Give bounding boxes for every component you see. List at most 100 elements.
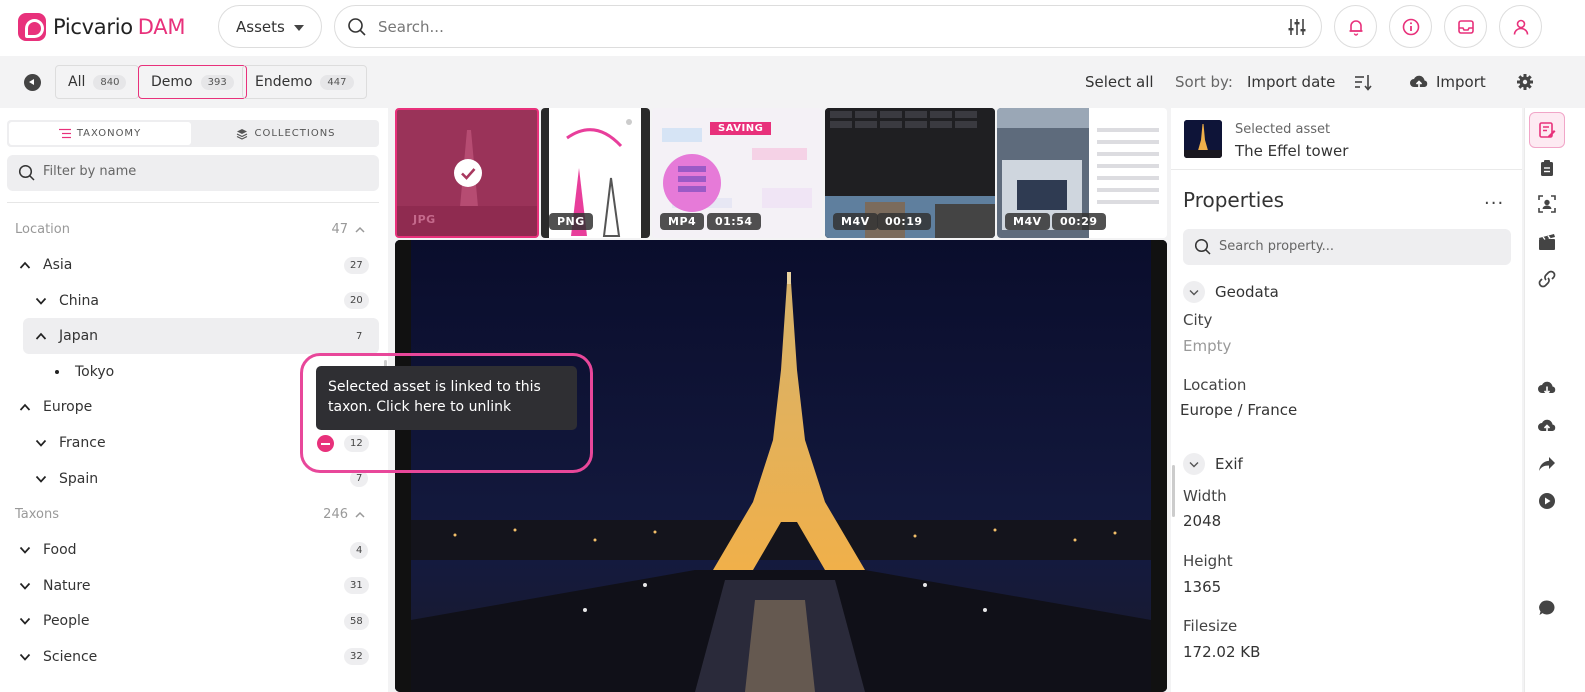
- chevron-down-icon[interactable]: [33, 293, 49, 309]
- face-scan-icon[interactable]: [1535, 192, 1559, 216]
- chip-count: 447: [320, 74, 354, 90]
- tree-item-label: Asia: [43, 257, 73, 273]
- chevron-down-icon[interactable]: [17, 578, 33, 594]
- select-all-button[interactable]: Select all: [1085, 73, 1154, 91]
- chevron-up-icon[interactable]: [33, 328, 49, 344]
- properties-title: Properties: [1183, 188, 1285, 212]
- thumb-asset-1[interactable]: JPG: [395, 108, 539, 238]
- property-value-city[interactable]: Empty: [1183, 337, 1231, 355]
- thumb-type: M4V: [833, 213, 878, 230]
- chip-label: Demo: [151, 74, 193, 90]
- chat-icon[interactable]: [1535, 596, 1559, 620]
- tab-taxonomy[interactable]: TAXONOMY: [9, 122, 191, 145]
- filter-input[interactable]: [43, 164, 363, 179]
- tree-item-spain[interactable]: Spain: [33, 462, 98, 496]
- group-exif[interactable]: Exif: [1183, 453, 1243, 475]
- tree-item-science[interactable]: Science: [17, 640, 97, 674]
- cloud-upload-icon[interactable]: [1535, 414, 1559, 438]
- link-icon[interactable]: [1535, 267, 1559, 291]
- chip-endemo[interactable]: Endemo 447: [242, 65, 367, 99]
- filters-icon[interactable]: [1287, 17, 1307, 37]
- tree-item-france[interactable]: France: [33, 426, 106, 460]
- search-icon: [348, 18, 366, 36]
- play-icon[interactable]: [1535, 489, 1559, 513]
- properties-panel: Selected asset The Effel tower Propertie…: [1171, 108, 1522, 692]
- chip-demo[interactable]: Demo 393: [138, 65, 247, 99]
- property-label-width: Width: [1183, 487, 1227, 505]
- tree-item-people[interactable]: People: [17, 604, 90, 638]
- tree-item-label: France: [59, 435, 106, 451]
- selected-asset-card[interactable]: Selected asset The Effel tower: [1171, 108, 1522, 170]
- tree-item-food[interactable]: Food: [17, 533, 77, 567]
- tree-item-label: Japan: [59, 328, 99, 344]
- section-location[interactable]: Location 47: [15, 222, 370, 237]
- brand-suffix: DAM: [137, 15, 186, 39]
- chevron-down-icon[interactable]: [17, 542, 33, 558]
- property-value-filesize[interactable]: 172.02 KB: [1183, 643, 1260, 661]
- tree-item-nature[interactable]: Nature: [17, 569, 90, 603]
- search-input[interactable]: [378, 16, 1258, 38]
- cloud-download-icon[interactable]: [1535, 376, 1559, 400]
- tree-item-japan[interactable]: Japan: [33, 319, 98, 353]
- notifications-button[interactable]: [1334, 5, 1377, 48]
- section-count: 246: [323, 507, 348, 522]
- thumb-asset-4[interactable]: M4V 00:19: [825, 108, 995, 238]
- asset-type-select[interactable]: Assets: [218, 5, 322, 48]
- gear-icon[interactable]: [1516, 73, 1534, 91]
- tree-item-china[interactable]: China: [33, 284, 99, 318]
- thumb-type: PNG: [549, 213, 593, 230]
- panel-resize-handle[interactable]: [1172, 465, 1175, 517]
- thumb-asset-5[interactable]: M4V 00:29: [997, 108, 1167, 238]
- chevron-down-icon[interactable]: [33, 435, 49, 451]
- clipboard-icon[interactable]: [1535, 156, 1559, 180]
- profile-button[interactable]: [1499, 5, 1542, 48]
- group-label: Geodata: [1215, 283, 1279, 301]
- chevron-down-icon[interactable]: [17, 649, 33, 665]
- tree-item-europe[interactable]: Europe: [17, 390, 92, 424]
- asset-type-value: Assets: [236, 17, 285, 36]
- tree-item-label: Nature: [43, 578, 91, 594]
- thumb-asset-2[interactable]: PNG: [541, 108, 650, 238]
- layers-icon: [237, 128, 248, 140]
- chevron-down-icon[interactable]: [33, 471, 49, 487]
- inbox-button[interactable]: [1444, 5, 1487, 48]
- thumb-type: MP4: [660, 213, 705, 230]
- tree-item-label: Science: [43, 649, 98, 665]
- chevron-up-icon: [355, 226, 365, 233]
- chip-all[interactable]: All 840: [55, 65, 140, 99]
- property-value-width[interactable]: 2048: [1183, 512, 1221, 530]
- share-icon[interactable]: [1535, 452, 1559, 476]
- count-badge: 27: [344, 257, 369, 274]
- chevron-down-icon[interactable]: [17, 613, 33, 629]
- property-search-input[interactable]: [1219, 239, 1499, 254]
- back-arrow-icon[interactable]: [24, 74, 41, 91]
- tab-label: COLLECTIONS: [254, 128, 336, 139]
- chevron-up-icon[interactable]: [17, 399, 33, 415]
- tree-item-asia[interactable]: Asia: [17, 248, 72, 282]
- info-button[interactable]: [1389, 5, 1432, 48]
- property-label-height: Height: [1183, 552, 1233, 570]
- property-value-height[interactable]: 1365: [1183, 578, 1221, 596]
- count-badge: 58: [344, 613, 369, 630]
- import-button[interactable]: Import: [1436, 73, 1486, 91]
- sort-by-label: Sort by:: [1175, 73, 1233, 91]
- more-options-icon[interactable]: ...: [1484, 188, 1504, 209]
- divider: [7, 202, 379, 203]
- group-geodata[interactable]: Geodata: [1183, 281, 1279, 303]
- property-value-location[interactable]: Europe / France: [1180, 401, 1297, 419]
- thumb-asset-3[interactable]: SAVING MP4 01:54: [652, 108, 822, 238]
- sort-order-icon[interactable]: [1354, 73, 1372, 91]
- tab-collections[interactable]: COLLECTIONS: [195, 122, 377, 145]
- tree-item-tokyo[interactable]: Tokyo: [49, 355, 114, 389]
- video-clip-icon[interactable]: [1535, 230, 1559, 254]
- edit-properties-icon[interactable]: [1529, 112, 1565, 148]
- chevron-up-icon[interactable]: [17, 257, 33, 273]
- section-taxons[interactable]: Taxons 246: [15, 507, 370, 522]
- section-title: Taxons: [15, 507, 60, 522]
- property-label-filesize: Filesize: [1183, 617, 1238, 635]
- thumb-duration: 00:29: [1052, 213, 1106, 230]
- brand-logo[interactable]: Picvario DAM: [18, 12, 185, 42]
- cloud-upload-icon[interactable]: [1409, 73, 1429, 91]
- sort-value[interactable]: Import date: [1247, 73, 1335, 91]
- info-icon: [1402, 18, 1419, 35]
